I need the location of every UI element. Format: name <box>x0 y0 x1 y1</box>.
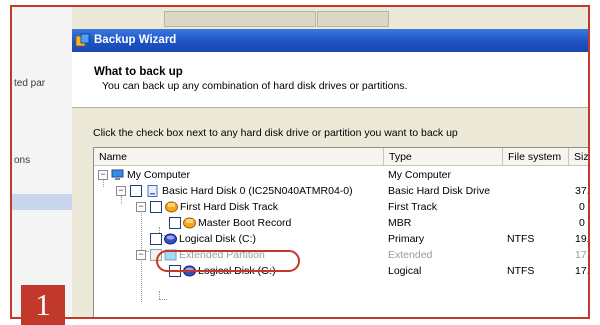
row-file-system: NTFS <box>507 265 535 277</box>
wizard-header: What to back up You can back up any comb… <box>72 52 588 108</box>
row-size: 19.5 GI <box>575 233 590 245</box>
row-name: Master Boot Record <box>198 217 292 229</box>
row-size: 37.2 GI <box>575 185 590 197</box>
collapse-toggle[interactable]: − <box>136 250 146 260</box>
collapse-toggle[interactable]: − <box>98 170 108 180</box>
background-tab-2 <box>317 11 389 27</box>
instruction-text: Click the check box next to any hard dis… <box>93 127 458 139</box>
row-type: Logical <box>388 265 422 277</box>
row-type: Primary <box>388 233 425 245</box>
hard-disk-icon <box>147 185 158 197</box>
row-name: My Computer <box>127 169 191 181</box>
tree-connector <box>159 299 167 300</box>
row-name: First Hard Disk Track <box>180 201 279 213</box>
row-type: Extended <box>388 249 433 261</box>
step-number-badge: 1 <box>21 285 65 325</box>
boot-record-icon <box>183 217 196 229</box>
row-name: Basic Hard Disk 0 (IC25N040ATMR04-0) <box>162 185 353 197</box>
row-checkbox[interactable] <box>150 233 162 245</box>
backup-wizard-window: Backup Wizard What to back up You can ba… <box>72 29 590 317</box>
window-title: Backup Wizard <box>94 34 177 46</box>
background-selection <box>12 194 72 210</box>
logical-disk-icon <box>164 233 177 245</box>
column-header-size[interactable]: Size <box>569 148 588 166</box>
row-size: 0 Byte <box>579 201 588 213</box>
highlight-annotation-oval <box>156 250 300 272</box>
row-checkbox[interactable] <box>130 185 142 197</box>
tree-row[interactable]: − My Computer My Computer <box>94 167 588 183</box>
row-size: 17.7 GI <box>575 265 590 277</box>
background-toolbar <box>72 7 588 29</box>
disk-tree-list[interactable]: Name Type File system Size − <box>93 147 590 317</box>
row-type: Basic Hard Disk Drive <box>388 185 491 197</box>
computer-icon <box>111 169 124 180</box>
column-header-name[interactable]: Name <box>94 148 384 166</box>
screenshot-canvas: ted par ons Backup Wizard What to back u… <box>0 0 600 325</box>
collapse-toggle[interactable]: − <box>136 202 146 212</box>
app-icon <box>75 33 90 47</box>
row-name: Logical Disk (C:) <box>179 233 257 245</box>
tree-row[interactable]: Logical Disk (C:) Primary NTFS 19.5 GI <box>94 231 590 247</box>
row-size: 17.7 GI <box>575 249 590 261</box>
background-tab-1 <box>164 11 316 27</box>
tree-row[interactable]: − Basic Hard Disk 0 (IC25N040ATMR04-0) B… <box>94 183 590 199</box>
column-header-type[interactable]: Type <box>384 148 503 166</box>
row-size: 0 Byte <box>579 217 588 229</box>
row-checkbox[interactable] <box>150 201 162 213</box>
row-file-system: NTFS <box>507 233 535 245</box>
row-type: MBR <box>388 217 412 229</box>
tree-connector <box>159 291 160 299</box>
title-bar[interactable]: Backup Wizard <box>72 29 588 52</box>
column-header-file-system[interactable]: File system <box>503 148 569 166</box>
background-text-2: ons <box>14 155 31 166</box>
background-window: ted par ons <box>12 7 73 317</box>
page-subtitle: You can back up any combination of hard … <box>102 80 408 92</box>
tree-row[interactable]: − First Hard Disk Track First Track 0 By… <box>94 199 588 215</box>
row-checkbox[interactable] <box>169 217 181 229</box>
disk-track-icon <box>165 201 178 213</box>
callout-frame: ted par ons Backup Wizard What to back u… <box>10 5 590 319</box>
page-title: What to back up <box>94 66 183 78</box>
collapse-toggle[interactable]: − <box>116 186 126 196</box>
background-text-1: ted par <box>14 78 46 89</box>
tree-row[interactable]: Master Boot Record MBR 0 Byte <box>94 215 588 231</box>
row-type: My Computer <box>388 169 452 181</box>
row-type: First Track <box>388 201 437 213</box>
